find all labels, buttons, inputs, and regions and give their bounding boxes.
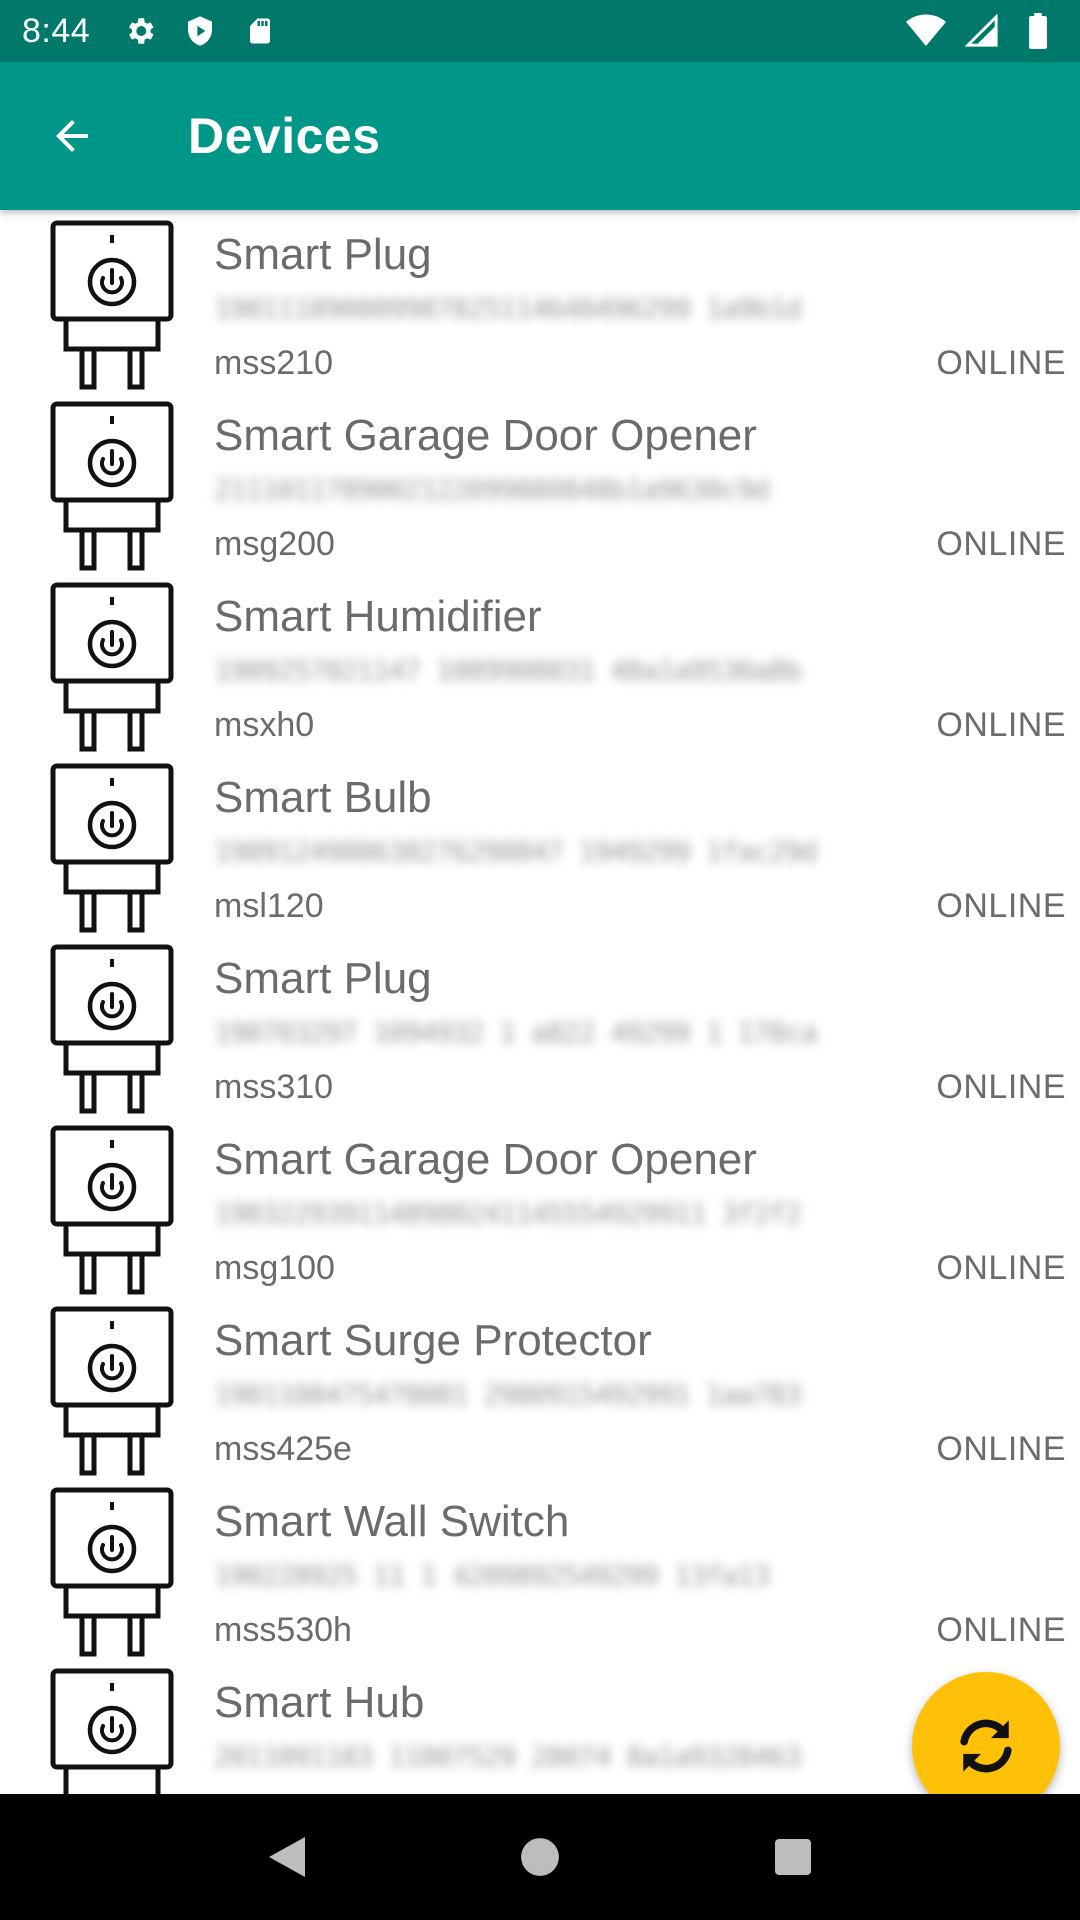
- app-bar: Devices: [0, 62, 1080, 210]
- device-model: msl120: [214, 887, 324, 925]
- device-status: ONLINE: [936, 344, 1066, 382]
- device-name: Smart Garage Door Opener: [214, 411, 757, 460]
- device-list-item[interactable]: Smart Surge Protector 1901108475478081 2…: [0, 1296, 1080, 1477]
- home-circle-icon: [521, 1838, 559, 1876]
- device-id-blurred: 1909257021147 1089908031 48a1a9530a8b: [214, 654, 802, 686]
- wifi-icon: [906, 11, 946, 51]
- device-id-blurred: 190703297 1094932 1 a822 49299 1 178ca: [214, 1016, 818, 1048]
- navigation-bar: [0, 1794, 1080, 1920]
- signal-icon: [962, 11, 1002, 51]
- status-time: 8:44: [22, 11, 91, 50]
- page-title: Devices: [188, 108, 381, 164]
- device-status: ONLINE: [936, 1430, 1066, 1468]
- status-bar: 8:44: [0, 0, 1080, 62]
- device-id-blurred: 1903229391148980241145554929911 3f2f2: [214, 1197, 802, 1229]
- device-name: Smart Humidifier: [214, 592, 542, 641]
- smart-plug-icon: [50, 944, 174, 1114]
- device-list[interactable]: Smart Plug 19011189080998782511464849629…: [0, 210, 1080, 1794]
- device-model: mss310: [214, 1068, 334, 1106]
- smart-plug-icon: [50, 1306, 174, 1476]
- device-name: Smart Wall Switch: [214, 1497, 570, 1546]
- device-list-item[interactable]: Smart Bulb 1909124980638276298847 194929…: [0, 753, 1080, 934]
- device-name: Smart Surge Protector: [214, 1316, 652, 1365]
- device-status: ONLINE: [936, 887, 1066, 925]
- nav-recents-button[interactable]: [753, 1817, 833, 1897]
- device-list-item[interactable]: Smart Wall Switch 190228925 11 1 4209892…: [0, 1477, 1080, 1658]
- device-list-item[interactable]: Smart Plug 19011189080998782511464849629…: [0, 210, 1080, 391]
- nav-back-button[interactable]: [247, 1817, 327, 1897]
- device-list-item[interactable]: Smart Garage Door Opener 190322939114898…: [0, 1115, 1080, 1296]
- device-status: ONLINE: [936, 525, 1066, 563]
- device-list-item[interactable]: Smart Garage Door Opener 211101178900212…: [0, 391, 1080, 572]
- device-model: msg100: [214, 1249, 335, 1287]
- back-triangle-icon: [268, 1837, 305, 1877]
- device-id-blurred: 1909124980638276298847 1949299 1fac29d: [214, 835, 818, 867]
- back-button[interactable]: [32, 96, 112, 176]
- device-model: msg200: [214, 525, 335, 563]
- device-status: ONLINE: [936, 1068, 1066, 1106]
- device-list-item[interactable]: Smart Plug 190703297 1094932 1 a822 4929…: [0, 934, 1080, 1115]
- battery-icon: [1018, 11, 1058, 51]
- device-name: Smart Hub: [214, 1678, 425, 1727]
- nav-home-button[interactable]: [500, 1817, 580, 1897]
- device-status: ONLINE: [936, 1611, 1066, 1649]
- sd-card-icon: [240, 11, 280, 51]
- smart-plug-icon: [50, 401, 174, 571]
- device-model: mss210: [214, 344, 334, 382]
- device-name: Smart Plug: [214, 954, 432, 1003]
- device-model: msxh0: [214, 706, 315, 744]
- device-id-blurred: 2011091183 11807529 28074 8a1a9328463: [214, 1740, 802, 1772]
- device-id-blurred: 190228925 11 1 4209892549299 13fa13: [214, 1559, 770, 1591]
- refresh-sync-icon: [960, 1719, 1012, 1773]
- device-status: ONLINE: [936, 1249, 1066, 1287]
- smart-plug-icon: [50, 582, 174, 752]
- device-id-blurred: 1901108475478081 2980915492991 1aa783: [214, 1378, 802, 1410]
- gear-icon: [120, 11, 160, 51]
- smart-plug-icon: [50, 763, 174, 933]
- device-status: ONLINE: [936, 706, 1066, 744]
- device-id-blurred: 190111890809987825114648496299 1a9b1d: [214, 292, 802, 324]
- device-name: Smart Bulb: [214, 773, 432, 822]
- device-list-item[interactable]: Smart Humidifier 1909257021147 108990803…: [0, 572, 1080, 753]
- smart-plug-icon: [50, 220, 174, 390]
- smart-plug-icon: [50, 1125, 174, 1295]
- smart-plug-icon: [50, 1668, 174, 1794]
- device-name: Smart Garage Door Opener: [214, 1135, 757, 1184]
- recents-square-icon: [775, 1839, 812, 1875]
- shield-play-icon: [180, 11, 220, 51]
- arrow-back-icon: [56, 120, 88, 152]
- smart-plug-icon: [50, 1487, 174, 1657]
- device-model: mss530h: [214, 1611, 352, 1649]
- device-name: Smart Plug: [214, 230, 432, 279]
- device-model: mss425e: [214, 1430, 352, 1468]
- device-id-blurred: 2111011789002122099880848b1a9630c9d: [214, 473, 770, 505]
